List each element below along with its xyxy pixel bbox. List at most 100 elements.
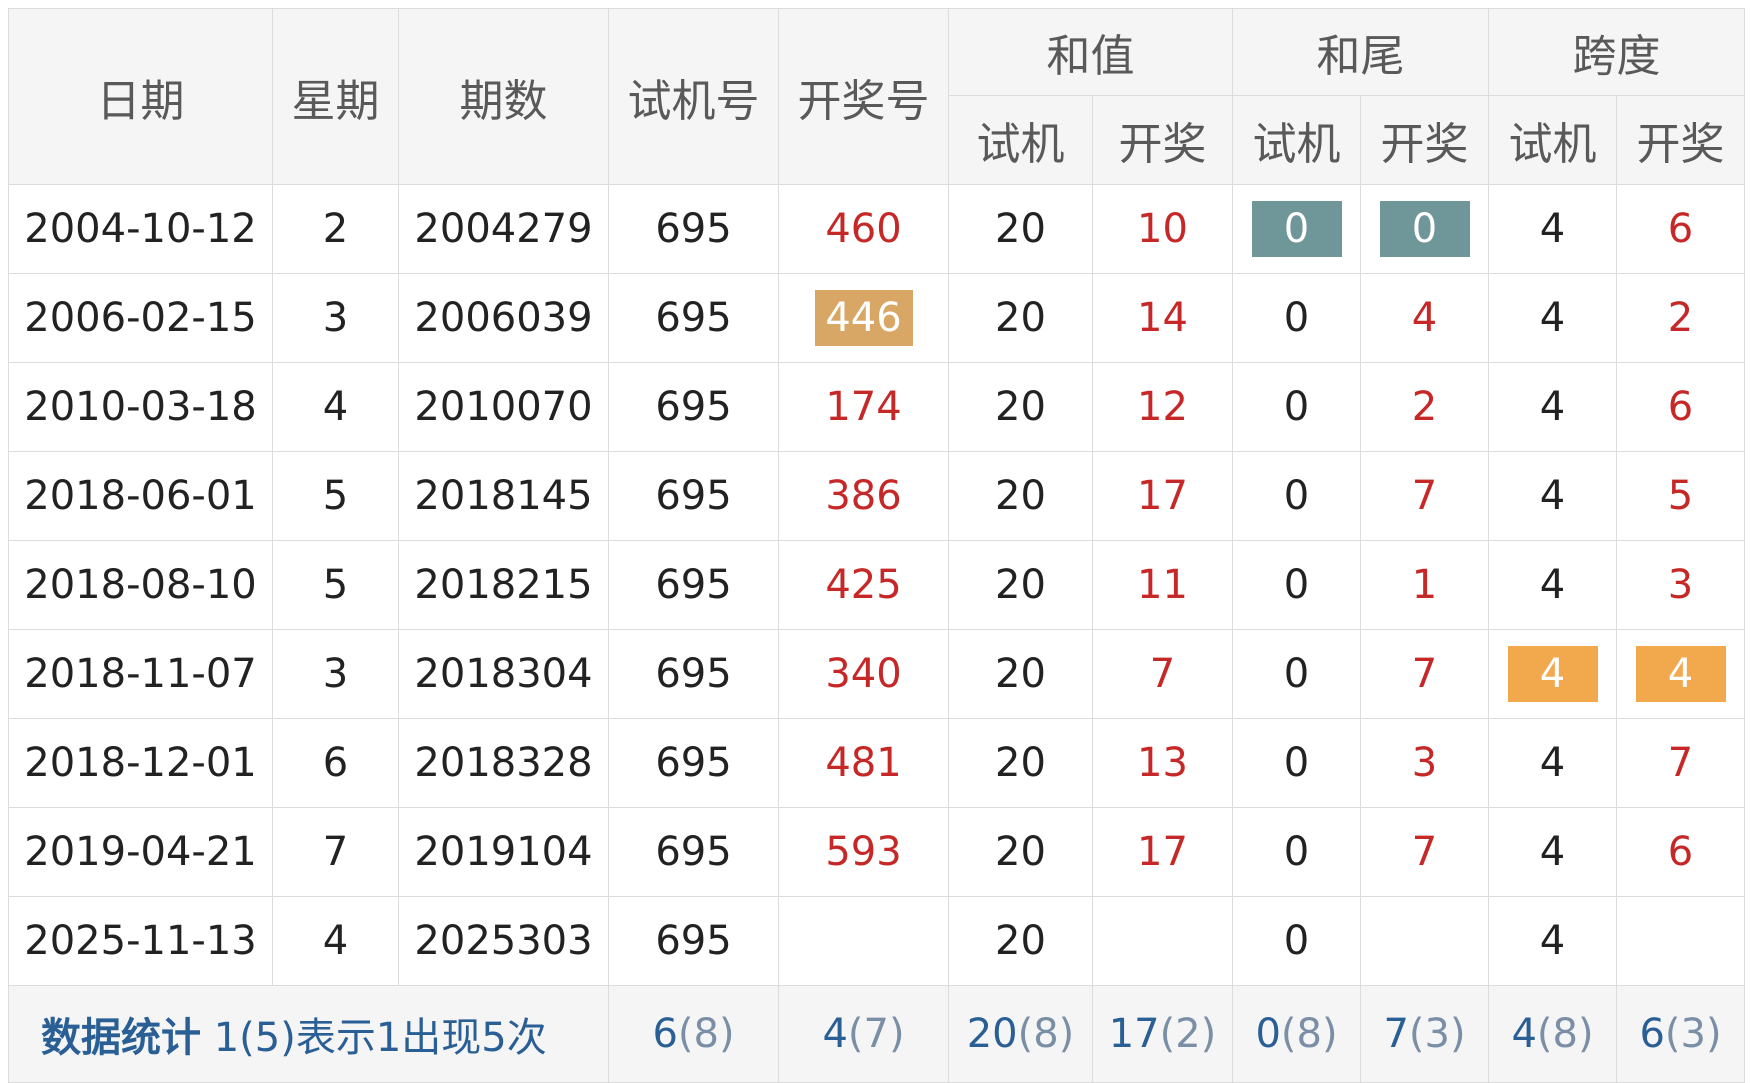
stats-title: 数据统计 [41,1015,201,1061]
stat-value: 20 [966,1011,1018,1057]
cell-tail-test: 0 [1232,629,1361,719]
table-row: 2006-02-15 3 2006039 695 446 20 14 0 4 4… [8,273,1745,363]
cell-tail-test: 0 [1232,718,1361,808]
cell-draw-number: 446 [778,273,949,363]
col-group-sum: 和值 [948,8,1233,96]
table-body: 2004-10-12 2 2004279 695 460 20 10 0 0 4… [8,184,1745,986]
cell-sum-test: 20 [948,273,1093,363]
cell-tail-test: 0 [1232,451,1361,541]
stat-count: (8) [1536,1011,1594,1057]
cell-sum-test: 20 [948,896,1093,986]
cell-tail-draw: 7 [1360,629,1489,719]
cell-span-test: 4 [1488,362,1617,452]
cell-date: 2018-12-01 [8,718,273,808]
cell-span-draw: 3 [1616,540,1745,630]
table-row: 2018-12-01 6 2018328 695 481 20 13 0 3 4… [8,718,1745,808]
cell-span-draw: 6 [1616,807,1745,897]
cell-sum-test: 20 [948,629,1093,719]
cell-tail-test: 0 [1232,807,1361,897]
cell-tail-test: 0 [1232,896,1361,986]
cell-sum-draw: 12 [1092,362,1233,452]
cell-sum-test: 20 [948,540,1093,630]
stat-tail-test: 0(8) [1232,985,1361,1083]
cell-span-draw: 2 [1616,273,1745,363]
cell-weekday: 6 [272,718,399,808]
cell-test-number: 695 [608,273,779,363]
cell-span-test: 4 [1488,273,1617,363]
cell-weekday: 4 [272,362,399,452]
cell-tail-draw [1360,896,1489,986]
cell-span-draw: 6 [1616,184,1745,274]
col-header-span-draw: 开奖 [1616,95,1745,185]
cell-span-draw [1616,896,1745,986]
cell-span-test: 4 [1488,718,1617,808]
cell-span-draw: 7 [1616,718,1745,808]
cell-tail-draw: 3 [1360,718,1489,808]
cell-weekday: 4 [272,896,399,986]
col-header-span-test: 试机 [1488,95,1617,185]
cell-span-test: 4 [1488,540,1617,630]
cell-draw-number: 593 [778,807,949,897]
cell-weekday: 5 [272,540,399,630]
table-row: 2019-04-21 7 2019104 695 593 20 17 0 7 4… [8,807,1745,897]
stat-value: 7 [1383,1011,1409,1057]
cell-draw-number: 386 [778,451,949,541]
stat-span-test: 4(8) [1488,985,1617,1083]
cell-sum-test: 20 [948,451,1093,541]
stat-draw-number: 4(7) [778,985,949,1083]
col-header-tail-draw: 开奖 [1360,95,1489,185]
cell-date: 2010-03-18 [8,362,273,452]
cell-test-number: 695 [608,807,779,897]
col-header-issue: 期数 [398,8,609,185]
stat-count: (7) [847,1011,905,1057]
cell-issue: 2004279 [398,184,609,274]
stats-label-cell: 数据统计 1(5)表示1出现5次 [8,985,609,1083]
stat-value: 6 [652,1011,678,1057]
cell-date: 2018-08-10 [8,540,273,630]
lottery-history-table-container: 日期 星期 期数 试机号 开奖号 和值 和尾 跨度 试机 开奖 试机 开奖 试机… [8,8,1745,1083]
cell-sum-test: 20 [948,807,1093,897]
cell-tail-draw: 7 [1360,451,1489,541]
cell-span-draw: 4 [1616,629,1745,719]
stat-span-draw: 6(3) [1616,985,1745,1083]
cell-weekday: 2 [272,184,399,274]
table-row: 2018-11-07 3 2018304 695 340 20 7 0 7 4 … [8,629,1745,719]
cell-draw-number: 174 [778,362,949,452]
cell-tail-draw: 7 [1360,807,1489,897]
table-row: 2010-03-18 4 2010070 695 174 20 12 0 2 4… [8,362,1745,452]
cell-issue: 2018145 [398,451,609,541]
cell-draw-number: 340 [778,629,949,719]
cell-span-test: 4 [1488,184,1617,274]
col-group-span: 跨度 [1488,8,1745,96]
cell-weekday: 5 [272,451,399,541]
cell-issue: 2025303 [398,896,609,986]
col-group-tail: 和尾 [1232,8,1489,96]
cell-test-number: 695 [608,362,779,452]
cell-tail-test: 0 [1232,540,1361,630]
pair-highlight-badge: 446 [814,290,913,346]
cell-span-test: 4 [1488,807,1617,897]
cell-tail-test: 0 [1232,273,1361,363]
cell-tail-test: 0 [1232,362,1361,452]
cell-sum-draw: 13 [1092,718,1233,808]
cell-sum-draw: 7 [1092,629,1233,719]
table-row: 2025-11-13 4 2025303 695 20 0 4 [8,896,1745,986]
cell-span-draw: 6 [1616,362,1745,452]
cell-span-test: 4 [1488,451,1617,541]
cell-span-test: 4 [1488,629,1617,719]
cell-date: 2019-04-21 [8,807,273,897]
stat-sum-test: 20(8) [948,985,1093,1083]
match-highlight-badge: 4 [1635,646,1726,702]
cell-test-number: 695 [608,896,779,986]
cell-issue: 2010070 [398,362,609,452]
cell-issue: 2018215 [398,540,609,630]
cell-tail-draw: 4 [1360,273,1489,363]
stat-value: 4 [1511,1011,1537,1057]
cell-date: 2004-10-12 [8,184,273,274]
cell-test-number: 695 [608,451,779,541]
cell-date: 2018-06-01 [8,451,273,541]
cell-sum-draw: 11 [1092,540,1233,630]
table-header: 日期 星期 期数 试机号 开奖号 和值 和尾 跨度 试机 开奖 试机 开奖 试机… [8,8,1745,185]
cell-tail-test: 0 [1232,184,1361,274]
cell-sum-draw [1092,896,1233,986]
